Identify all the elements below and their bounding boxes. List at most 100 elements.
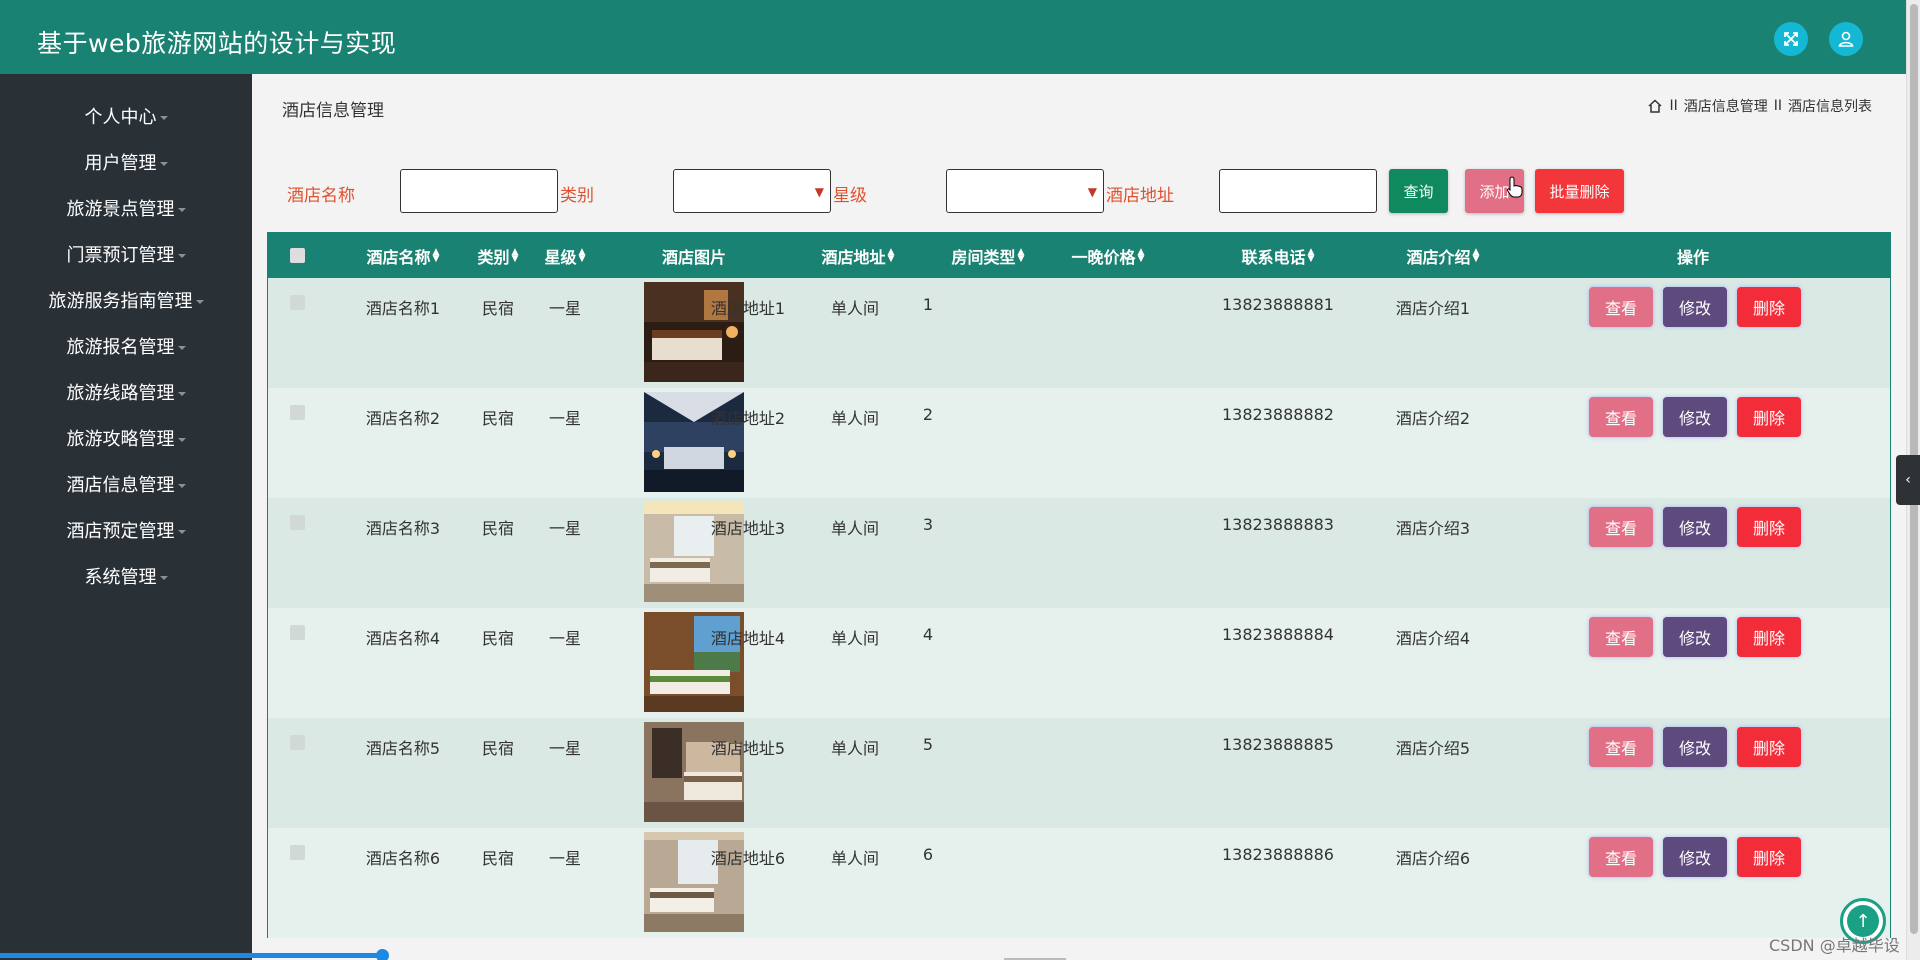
column-header-room-type[interactable]: 房间类型 ▲ ▼	[928, 233, 1048, 278]
collapse-panel-tab[interactable]: ‹	[1896, 455, 1920, 505]
page-title: 酒店信息管理	[282, 101, 384, 121]
cell-hotel-name: 酒店名称2	[365, 409, 441, 428]
sort-icon: ▲ ▼	[578, 246, 586, 264]
sidebar-item-registration[interactable]: 旅游报名管理	[0, 326, 252, 366]
select-all-checkbox[interactable]	[290, 248, 305, 263]
sort-icon: ▲ ▼	[887, 246, 895, 264]
user-menu-button[interactable]	[1829, 22, 1863, 56]
delete-button[interactable]: 删除	[1737, 837, 1801, 877]
sidebar: 个人中心 用户管理 旅游景点管理 门票预订管理 旅游服务指南管理 旅游报名管理 …	[0, 74, 252, 960]
category-select[interactable]: ▼	[673, 169, 831, 213]
sidebar-item-label: 酒店预定管理	[66, 521, 175, 542]
cell-phone: 13823888884	[1222, 625, 1334, 644]
edit-button[interactable]: 修改	[1663, 287, 1727, 327]
column-header-address[interactable]: 酒店地址 ▲ ▼	[798, 233, 918, 278]
sidebar-item-personal-center[interactable]: 个人中心	[0, 96, 252, 136]
sidebar-item-routes[interactable]: 旅游线路管理	[0, 372, 252, 412]
column-header-hotel-name[interactable]: 酒店名称 ▲ ▼	[348, 233, 458, 278]
sidebar-item-label: 门票预订管理	[66, 245, 175, 266]
edit-button[interactable]: 修改	[1663, 727, 1727, 767]
row-checkbox[interactable]	[290, 515, 305, 530]
table-row: 酒店名称4 民宿 一星 酒店地址4 单人间 4 13823888884 酒店介绍…	[268, 608, 1890, 718]
delete-button[interactable]: 删除	[1737, 507, 1801, 547]
top-header: 基于web旅游网站的设计与实现	[0, 0, 1906, 74]
caret-down-icon	[159, 161, 168, 166]
caret-down-icon	[195, 299, 204, 304]
cell-price: 2	[922, 405, 934, 424]
column-header-label: 操作	[1676, 247, 1709, 267]
batch-delete-button[interactable]: 批量删除	[1535, 169, 1624, 213]
row-checkbox[interactable]	[290, 845, 305, 860]
column-header-star[interactable]: 星级 ▲ ▼	[535, 233, 595, 278]
column-header-intro[interactable]: 酒店介绍 ▲ ▼	[1378, 233, 1508, 278]
sort-icon: ▲ ▼	[1307, 246, 1315, 264]
breadcrumb: II 酒店信息管理 II 酒店信息列表	[1647, 96, 1872, 116]
edit-button[interactable]: 修改	[1663, 837, 1727, 877]
sidebar-item-attractions[interactable]: 旅游景点管理	[0, 188, 252, 228]
row-checkbox[interactable]	[290, 405, 305, 420]
watermark: CSDN @卓越毕设	[1769, 936, 1900, 955]
delete-button[interactable]: 删除	[1737, 617, 1801, 657]
sidebar-item-system[interactable]: 系统管理	[0, 556, 252, 596]
delete-button[interactable]: 删除	[1737, 727, 1801, 767]
column-header-label: 类别	[477, 247, 510, 267]
progress-knob[interactable]	[376, 949, 389, 960]
chevron-down-icon: ▼	[1087, 185, 1097, 199]
row-checkbox[interactable]	[290, 295, 305, 310]
row-checkbox[interactable]	[290, 735, 305, 750]
sidebar-item-label: 系统管理	[84, 567, 157, 588]
column-header-label: 一晚价格	[1071, 247, 1136, 267]
column-header-label: 联系电话	[1241, 247, 1306, 267]
view-button[interactable]: 查看	[1589, 727, 1653, 767]
sidebar-item-service-guide[interactable]: 旅游服务指南管理	[0, 280, 252, 320]
cell-category: 民宿	[481, 519, 514, 538]
hotel-table: 酒店名称 ▲ ▼ 类别 ▲ ▼ 星级 ▲ ▼ 酒店图片 酒店地址 ▲ ▼ 房间类型 ▲ ▼ 一晚价格…	[267, 232, 1891, 938]
sidebar-item-tickets[interactable]: 门票预订管理	[0, 234, 252, 274]
breadcrumb-separator: II	[1773, 98, 1782, 114]
fullscreen-button[interactable]	[1774, 22, 1808, 56]
sidebar-item-hotel-booking[interactable]: 酒店预定管理	[0, 510, 252, 550]
hotel-address-input[interactable]	[1219, 169, 1377, 213]
table-header: 酒店名称 ▲ ▼ 类别 ▲ ▼ 星级 ▲ ▼ 酒店图片 酒店地址 ▲ ▼ 房间类型 ▲ ▼ 一晚价格…	[268, 233, 1890, 278]
edit-button[interactable]: 修改	[1663, 617, 1727, 657]
caret-down-icon	[177, 253, 186, 258]
edit-button[interactable]: 修改	[1663, 507, 1727, 547]
query-button[interactable]: 查询	[1389, 169, 1448, 213]
column-header-phone[interactable]: 联系电话 ▲ ▼	[1208, 233, 1348, 278]
caret-down-icon	[159, 115, 168, 120]
sidebar-item-hotel-info[interactable]: 酒店信息管理	[0, 464, 252, 504]
column-header-label: 酒店名称	[366, 247, 431, 267]
breadcrumb-item: 酒店信息列表	[1788, 99, 1872, 115]
hotel-name-input[interactable]	[400, 169, 558, 213]
chevron-left-icon: ‹	[1905, 472, 1911, 488]
view-button[interactable]: 查看	[1589, 507, 1653, 547]
cell-hotel-name: 酒店名称3	[365, 519, 441, 538]
view-button[interactable]: 查看	[1589, 287, 1653, 327]
cell-star: 一星	[548, 629, 581, 648]
table-row: 酒店名称6 民宿 一星 酒店地址6 单人间 6 13823888886 酒店介绍…	[268, 828, 1890, 938]
video-progress-bar[interactable]	[0, 953, 384, 958]
sidebar-item-users[interactable]: 用户管理	[0, 142, 252, 182]
home-icon[interactable]	[1647, 98, 1663, 114]
cell-star: 一星	[548, 409, 581, 428]
cell-intro: 酒店介绍6	[1395, 849, 1471, 868]
category-label: 类别	[560, 186, 594, 206]
view-button[interactable]: 查看	[1589, 837, 1653, 877]
cell-hotel-name: 酒店名称5	[365, 739, 441, 758]
sidebar-item-guides[interactable]: 旅游攻略管理	[0, 418, 252, 458]
sidebar-item-label: 旅游线路管理	[66, 383, 175, 404]
view-button[interactable]: 查看	[1589, 397, 1653, 437]
edit-button[interactable]: 修改	[1663, 397, 1727, 437]
star-select[interactable]: ▼	[946, 169, 1104, 213]
view-button[interactable]: 查看	[1589, 617, 1653, 657]
delete-button[interactable]: 删除	[1737, 287, 1801, 327]
cell-address: 酒店地址2	[710, 409, 786, 428]
column-header-hotel-image: 酒店图片	[644, 233, 744, 278]
row-checkbox[interactable]	[290, 625, 305, 640]
cell-address: 酒店地址4	[710, 629, 786, 648]
sort-icon: ▲ ▼	[432, 246, 440, 264]
column-header-category[interactable]: 类别 ▲ ▼	[468, 233, 528, 278]
column-header-price[interactable]: 一晚价格 ▲ ▼	[1048, 233, 1168, 278]
breadcrumb-item[interactable]: 酒店信息管理	[1684, 96, 1768, 116]
delete-button[interactable]: 删除	[1737, 397, 1801, 437]
